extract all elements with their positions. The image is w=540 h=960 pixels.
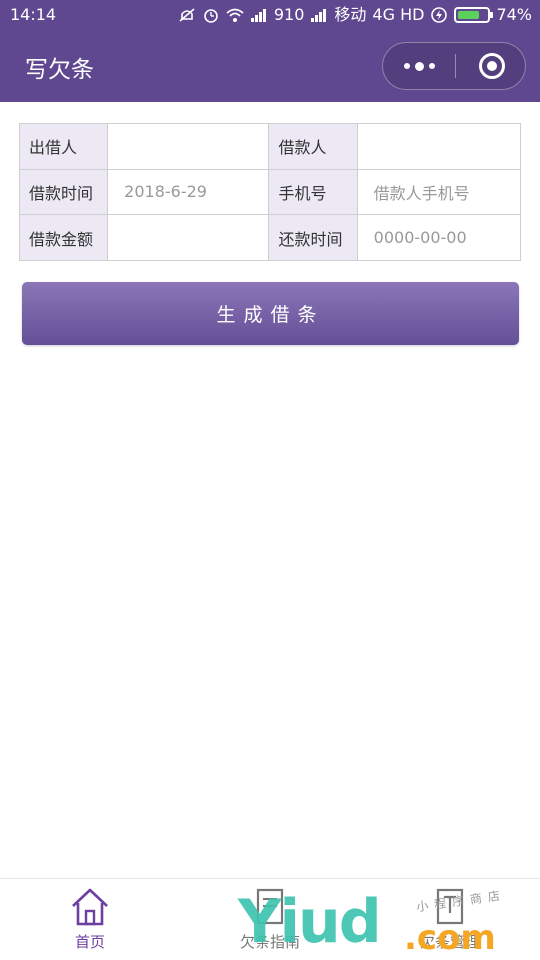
signal-label: 910 [273,5,305,24]
guide-icon [256,888,284,925]
tab-manage[interactable]: 欠条管理 [360,879,540,960]
network-label: 4G HD [372,5,425,24]
app-header: 14:14 910 移动 4G HD 74% 写欠条 [0,0,540,102]
loan-date-label: 借款时间 [18,168,109,216]
amount-label: 借款金额 [18,214,109,261]
alarm-icon [204,9,218,23]
status-time: 14:14 [10,5,57,24]
wifi-icon [226,8,244,22]
phone-input[interactable]: 借款人手机号 [356,168,522,216]
loan-form: 出借人 借款人 借款时间 2018-6-29 手机号 借款人手机号 借款金额 还… [18,123,522,261]
repay-date-picker[interactable]: 0000-00-00 [356,214,522,261]
capsule-menu [382,42,526,90]
page-title: 写欠条 [25,57,94,83]
amount-input[interactable] [107,214,270,261]
borrower-input[interactable] [356,123,522,170]
tab-label: 首页 [74,933,105,951]
battery-level [458,11,480,19]
charging-icon [431,7,448,23]
form-row: 出借人 借款人 [18,123,522,170]
more-dot-icon [414,61,424,71]
generate-iou-button[interactable]: 生成借条 [22,282,519,345]
borrower-label: 借款人 [268,123,358,170]
close-miniprogram-button[interactable] [479,53,505,79]
status-icons: 910 移动 4G HD 74% [178,0,532,30]
signal-icon [250,9,266,22]
status-bar: 14:14 910 移动 4G HD 74% [0,0,540,30]
signal-icon [311,9,327,22]
battery-icon [454,7,494,23]
lender-input[interactable] [107,123,270,170]
battery-percent: 74% [496,5,532,24]
form-row: 借款金额 还款时间 0000-00-00 [18,214,522,261]
loan-date-picker[interactable]: 2018-6-29 [107,168,270,216]
manage-icon [436,888,464,925]
lender-label: 出借人 [18,123,109,170]
capsule-divider [455,54,456,78]
repay-date-label: 还款时间 [268,214,358,261]
home-icon [72,888,108,926]
carrier-label: 移动 [334,5,367,24]
tab-guide[interactable]: 欠条指南 [180,879,360,960]
more-button[interactable] [383,43,455,89]
tab-bar: 首页 欠条指南 欠条管理 [0,878,540,960]
mute-icon [179,8,195,22]
tab-home[interactable]: 首页 [0,879,180,960]
tab-label: 欠条管理 [419,933,480,951]
more-dot-icon [428,63,435,69]
phone-label: 手机号 [268,168,358,216]
tab-label: 欠条指南 [239,933,300,951]
more-dot-icon [403,63,410,69]
form-row: 借款时间 2018-6-29 手机号 借款人手机号 [18,168,522,216]
